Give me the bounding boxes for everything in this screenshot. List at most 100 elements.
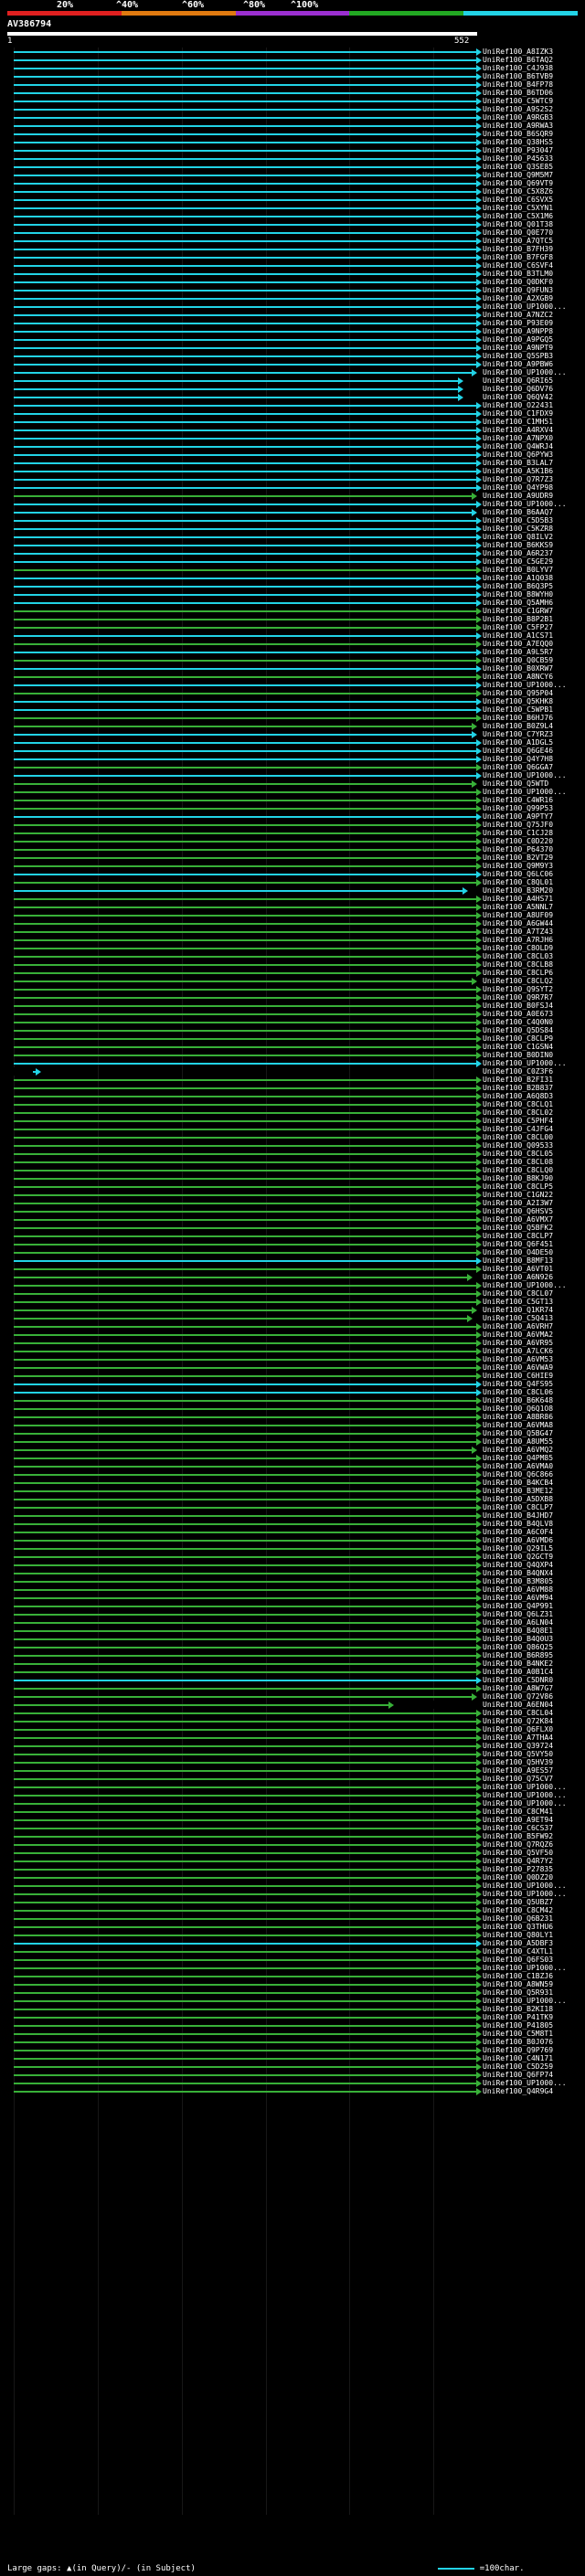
alignment-row[interactable]: UniRef100_B2KI18	[0, 2005, 585, 2013]
alignment-row[interactable]: UniRef100_B0J076	[0, 2038, 585, 2046]
alignment-row[interactable]: UniRef100_C7YRZ3	[0, 730, 585, 738]
hit-label[interactable]: UniRef100_Q6FLX0	[483, 1725, 553, 1733]
alignment-row[interactable]: UniRef100_C8CL03	[0, 952, 585, 960]
alignment-row[interactable]: UniRef100_UP1000...	[0, 1799, 585, 1807]
hit-label[interactable]: UniRef100_Q0E770	[483, 228, 553, 237]
alignment-row[interactable]: UniRef100_Q6PYW3	[0, 451, 585, 459]
alignment-row[interactable]: UniRef100_C8CL08	[0, 1158, 585, 1166]
alignment-row[interactable]: UniRef100_C6HIE9	[0, 1372, 585, 1380]
hit-label[interactable]: UniRef100_Q5VY50	[483, 1750, 553, 1758]
alignment-row[interactable]: UniRef100_A9NPT9	[0, 344, 585, 352]
alignment-row[interactable]: UniRef100_A6VMQ2	[0, 1446, 585, 1454]
alignment-row[interactable]: UniRef100_A4HS71	[0, 895, 585, 903]
alignment-row[interactable]: UniRef100_B3LAL7	[0, 459, 585, 467]
hit-label[interactable]: UniRef100_Q6LZ31	[483, 1610, 553, 1618]
hit-label[interactable]: UniRef100_C5D5B3	[483, 516, 553, 525]
hit-label[interactable]: UniRef100_C1GN22	[483, 1191, 553, 1199]
hit-label[interactable]: UniRef100_C4XTL1	[483, 1947, 553, 1956]
alignment-row[interactable]: UniRef100_Q0CB59	[0, 656, 585, 664]
alignment-row[interactable]: UniRef100_B5FW92	[0, 1832, 585, 1840]
alignment-row[interactable]: UniRef100_A5K1B6	[0, 467, 585, 475]
hit-label[interactable]: UniRef100_C4Q0N0	[483, 1018, 553, 1026]
hit-label[interactable]: UniRef100_Q0DKF0	[483, 278, 553, 286]
alignment-row[interactable]: UniRef100_C5KZR8	[0, 525, 585, 533]
hit-label[interactable]: UniRef100_UP1000...	[483, 1281, 567, 1289]
alignment-row[interactable]: UniRef100_Q72V86	[0, 1692, 585, 1701]
hit-label[interactable]: UniRef100_A7RJH6	[483, 936, 553, 944]
hit-label[interactable]: UniRef100_A6VM88	[483, 1585, 553, 1594]
hit-label[interactable]: UniRef100_O4DE50	[483, 1248, 553, 1256]
hit-label[interactable]: UniRef100_Q4PM85	[483, 1454, 553, 1462]
alignment-row[interactable]: UniRef100_Q6LZ31	[0, 1610, 585, 1618]
alignment-row[interactable]: UniRef100_B2VT29	[0, 853, 585, 862]
hit-label[interactable]: UniRef100_A9L5R7	[483, 648, 553, 656]
alignment-row[interactable]: UniRef100_B3TLM0	[0, 270, 585, 278]
alignment-row[interactable]: UniRef100_UP1000...	[0, 1281, 585, 1289]
alignment-row[interactable]: UniRef100_B6K648	[0, 1396, 585, 1405]
alignment-row[interactable]: UniRef100_C8OLD9	[0, 944, 585, 952]
hit-label[interactable]: UniRef100_A7NPX0	[483, 434, 553, 442]
alignment-row[interactable]: UniRef100_C4XTL1	[0, 1947, 585, 1956]
hit-label[interactable]: UniRef100_C5GT13	[483, 1298, 553, 1306]
alignment-row[interactable]: UniRef100_C8CLP9	[0, 1034, 585, 1043]
hit-label[interactable]: UniRef100_Q6QV42	[483, 393, 553, 401]
alignment-row[interactable]: UniRef100_A6VMA0	[0, 1462, 585, 1470]
hit-label[interactable]: UniRef100_UP1000...	[483, 2079, 567, 2087]
alignment-row[interactable]: UniRef100_C8CL05	[0, 1150, 585, 1158]
alignment-row[interactable]: UniRef100_C8CLP5	[0, 1182, 585, 1191]
alignment-row[interactable]: UniRef100_UP1000...	[0, 1791, 585, 1799]
alignment-row[interactable]: UniRef100_B8WYH0	[0, 590, 585, 599]
alignment-row[interactable]: UniRef100_Q6C866	[0, 1470, 585, 1479]
alignment-row[interactable]: UniRef100_Q6FP74	[0, 2071, 585, 2079]
hit-label[interactable]: UniRef100_Q9SYT2	[483, 985, 553, 993]
hit-label[interactable]: UniRef100_Q6DV76	[483, 385, 553, 393]
alignment-row[interactable]: UniRef100_Q5HV39	[0, 1758, 585, 1766]
alignment-row[interactable]: UniRef100_Q3SE85	[0, 163, 585, 171]
hit-label[interactable]: UniRef100_Q5HV39	[483, 1758, 553, 1766]
hit-label[interactable]: UniRef100_A6N926	[483, 1273, 553, 1281]
alignment-row[interactable]: UniRef100_Q6FS03	[0, 1956, 585, 1964]
hit-label[interactable]: UniRef100_A6VMX7	[483, 1215, 553, 1224]
alignment-row[interactable]: UniRef100_Q4WRJ4	[0, 442, 585, 451]
alignment-row[interactable]: UniRef100_C8QL01	[0, 878, 585, 886]
alignment-row[interactable]: UniRef100_C8CM42	[0, 1906, 585, 1914]
hit-label[interactable]: UniRef100_O22431	[483, 401, 553, 409]
hit-label[interactable]: UniRef100_C0D220	[483, 837, 553, 845]
hit-label[interactable]: UniRef100_A7QTC5	[483, 237, 553, 245]
hit-label[interactable]: UniRef100_C5WTC9	[483, 97, 553, 105]
hit-label[interactable]: UniRef100_A9NPT9	[483, 344, 553, 352]
hit-label[interactable]: UniRef100_UP1000...	[483, 368, 567, 376]
hit-label[interactable]: UniRef100_C8CLP7	[483, 1503, 553, 1511]
hit-label[interactable]: UniRef100_B4Q8E1	[483, 1627, 553, 1635]
hit-label[interactable]: UniRef100_A4HS71	[483, 895, 553, 903]
hit-label[interactable]: UniRef100_B8MF13	[483, 1256, 553, 1265]
hit-label[interactable]: UniRef100_A6VMD6	[483, 1536, 553, 1544]
alignment-row[interactable]: UniRef100_Q4Y7H8	[0, 755, 585, 763]
hit-label[interactable]: UniRef100_A4RXV4	[483, 426, 553, 434]
hit-label[interactable]: UniRef100_A6R237	[483, 549, 553, 557]
hit-label[interactable]: UniRef100_A8W7G7	[483, 1684, 553, 1692]
alignment-row[interactable]: UniRef100_Q4YP98	[0, 483, 585, 492]
hit-label[interactable]: UniRef100_B6TVB9	[483, 72, 553, 80]
alignment-row[interactable]: UniRef100_Q9M5M7	[0, 171, 585, 179]
hit-label[interactable]: UniRef100_A8BR86	[483, 1413, 553, 1421]
alignment-row[interactable]: UniRef100_UP1000...	[0, 500, 585, 508]
hit-label[interactable]: UniRef100_Q6FS03	[483, 1956, 553, 1964]
alignment-row[interactable]: UniRef100_A0B1C4	[0, 1668, 585, 1676]
hit-label[interactable]: UniRef100_C1GSN4	[483, 1043, 553, 1051]
hit-label[interactable]: UniRef100_Q6B231	[483, 1914, 553, 1923]
hit-label[interactable]: UniRef100_C4N171	[483, 2054, 553, 2062]
hit-label[interactable]: UniRef100_A1CS71	[483, 631, 553, 640]
hit-label[interactable]: UniRef100_Q6RI65	[483, 376, 553, 385]
hit-label[interactable]: UniRef100_A6VR95	[483, 1339, 553, 1347]
alignment-row[interactable]: UniRef100_Q5SPB3	[0, 352, 585, 360]
alignment-row[interactable]: UniRef100_C5X8Z6	[0, 187, 585, 196]
hit-label[interactable]: UniRef100_C4WR16	[483, 796, 553, 804]
alignment-row[interactable]: UniRef100_Q99P53	[0, 804, 585, 812]
alignment-row[interactable]: UniRef100_C8CLB8	[0, 960, 585, 969]
alignment-row[interactable]: UniRef100_B0FSJ4	[0, 1002, 585, 1010]
hit-label[interactable]: UniRef100_B2FI31	[483, 1076, 553, 1084]
alignment-row[interactable]: UniRef100_Q6B231	[0, 1914, 585, 1923]
hit-label[interactable]: UniRef100_Q6LC06	[483, 870, 553, 878]
hit-label[interactable]: UniRef100_A6VM94	[483, 1594, 553, 1602]
